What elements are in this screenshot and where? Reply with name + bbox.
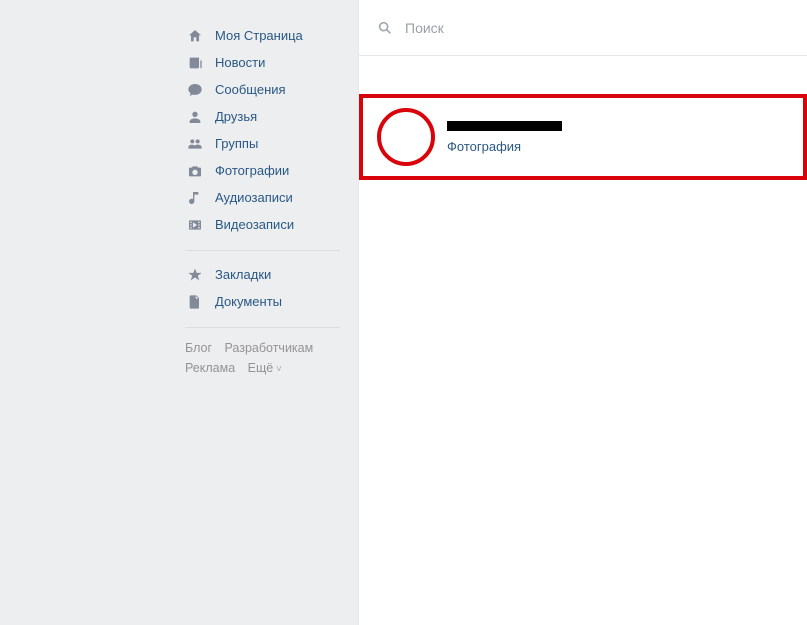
search-results: Фотография [359, 56, 807, 180]
nav-friends[interactable]: Друзья [185, 103, 358, 130]
nav-news[interactable]: Новости [185, 49, 358, 76]
footer-more[interactable]: Ещё [248, 361, 282, 375]
news-icon [185, 55, 205, 71]
nav-label: Аудиозаписи [215, 190, 293, 205]
result-subtitle: Фотография [447, 139, 562, 154]
avatar [377, 108, 435, 166]
messages-icon [185, 82, 205, 98]
nav-videos[interactable]: Видеозаписи [185, 211, 358, 238]
documents-icon [185, 294, 205, 310]
nav-groups[interactable]: Группы [185, 130, 358, 157]
footer-blog[interactable]: Блог [185, 341, 212, 355]
search-input[interactable] [405, 20, 605, 36]
search-result-item[interactable]: Фотография [359, 94, 807, 180]
nav-divider-2 [185, 327, 340, 328]
nav-label: Фотографии [215, 163, 289, 178]
result-text: Фотография [447, 121, 562, 154]
nav-messages[interactable]: Сообщения [185, 76, 358, 103]
nav-label: Друзья [215, 109, 257, 124]
nav-label: Видеозаписи [215, 217, 294, 232]
nav-label: Сообщения [215, 82, 286, 97]
result-name-redacted [447, 121, 562, 131]
bookmarks-icon [185, 267, 205, 283]
sidebar: Моя Страница Новости Сообщения Друзья Гр… [0, 0, 358, 625]
nav-label: Моя Страница [215, 28, 303, 43]
friends-icon [185, 109, 205, 125]
nav-bookmarks[interactable]: Закладки [185, 261, 358, 288]
search-bar [359, 0, 807, 56]
nav-my-page[interactable]: Моя Страница [185, 22, 358, 49]
footer-ads[interactable]: Реклама [185, 361, 235, 375]
nav-label: Новости [215, 55, 265, 70]
footer-developers[interactable]: Разработчикам [225, 341, 314, 355]
videos-icon [185, 217, 205, 233]
nav-label: Группы [215, 136, 258, 151]
main-panel: Фотография [358, 0, 807, 625]
nav-label: Закладки [215, 267, 271, 282]
nav-documents[interactable]: Документы [185, 288, 358, 315]
footer-links: Блог Разработчикам Реклама Ещё [185, 338, 358, 380]
home-icon [185, 28, 205, 44]
photos-icon [185, 163, 205, 179]
nav-photos[interactable]: Фотографии [185, 157, 358, 184]
nav-music[interactable]: Аудиозаписи [185, 184, 358, 211]
search-icon [377, 20, 393, 36]
groups-icon [185, 136, 205, 152]
music-icon [185, 190, 205, 206]
nav-divider [185, 250, 340, 251]
nav-label: Документы [215, 294, 282, 309]
